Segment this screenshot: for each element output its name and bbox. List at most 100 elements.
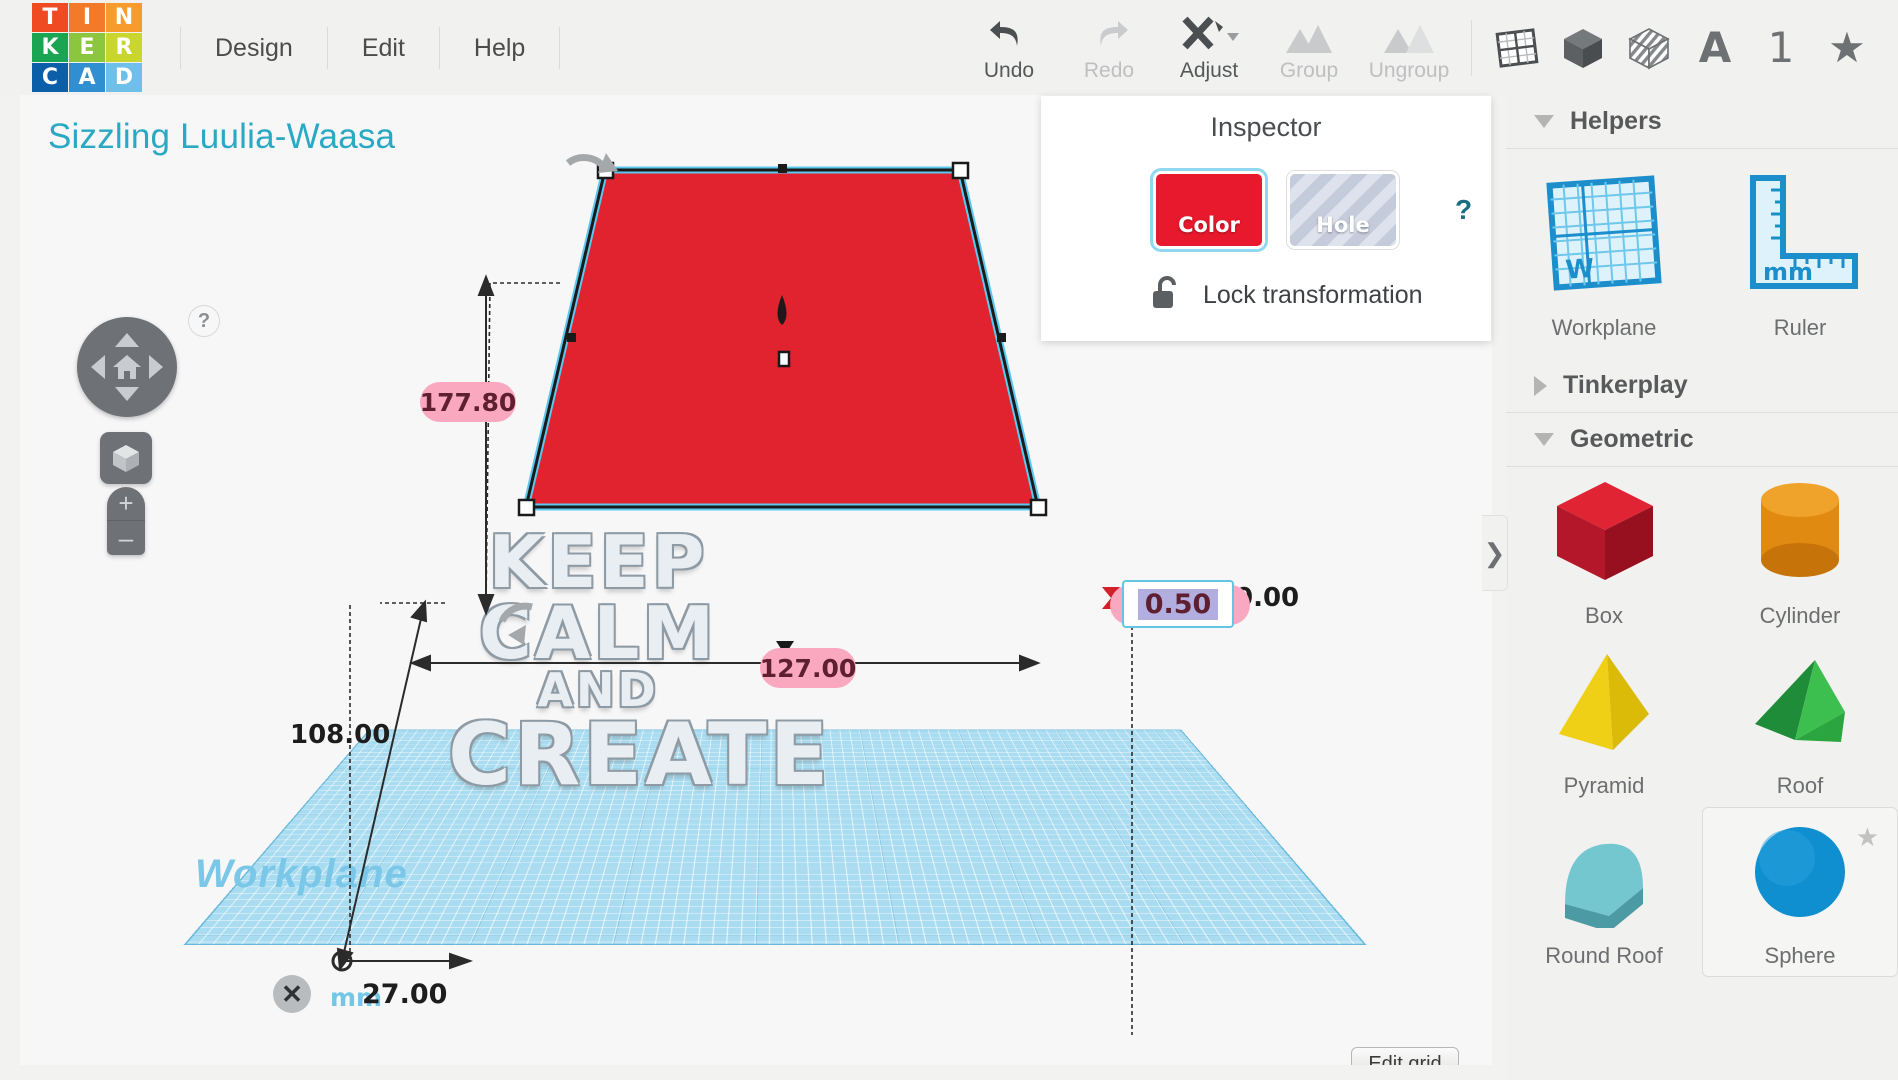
- logo-tile-c: C: [32, 63, 68, 92]
- helper-ruler[interactable]: mm Ruler: [1702, 149, 1898, 359]
- red-solid-fill: [526, 170, 1038, 507]
- inspector-title: Inspector: [1041, 112, 1491, 143]
- section-header-geometric[interactable]: Geometric: [1506, 413, 1898, 467]
- menu-edit[interactable]: Edit: [328, 27, 440, 69]
- text-a-glyph: A: [1699, 23, 1732, 72]
- home-icon[interactable]: [111, 351, 143, 383]
- favorites-star-icon[interactable]: ★: [1814, 0, 1880, 95]
- helpers-grid: W Workplane: [1506, 149, 1898, 359]
- logo-tile-d: D: [106, 63, 142, 92]
- cylinder-shape-icon: [1741, 476, 1859, 593]
- shape-sphere[interactable]: ★ Sphere: [1702, 807, 1898, 977]
- zoom-controls: + –: [107, 487, 145, 555]
- round-roof-shape-icon: [1545, 816, 1663, 933]
- svg-text:mm: mm: [1763, 258, 1813, 286]
- zoom-in-button[interactable]: +: [107, 487, 145, 521]
- shape-roof[interactable]: Roof: [1702, 637, 1898, 807]
- section-title-helpers: Helpers: [1570, 107, 1662, 136]
- shape-box-label: Box: [1585, 603, 1623, 629]
- helper-workplane[interactable]: W Workplane: [1506, 149, 1702, 359]
- height-dimension-pill[interactable]: 177.80: [420, 382, 516, 422]
- lock-transformation-toggle[interactable]: Lock transformation: [1041, 275, 1491, 316]
- inspector-swatch-row: Color Hole ?: [1041, 171, 1491, 249]
- inspector-panel: Inspector Color Hole ? Lock transformati…: [1041, 96, 1491, 341]
- section-header-tinkerplay[interactable]: Tinkerplay: [1506, 359, 1898, 413]
- star-glyph: ★: [1828, 23, 1866, 72]
- section-title-tinkerplay: Tinkerplay: [1563, 371, 1688, 400]
- fit-to-view-button[interactable]: [100, 432, 152, 484]
- group-label: Group: [1280, 59, 1338, 83]
- chevron-down-icon: [1534, 433, 1554, 446]
- adjust-button[interactable]: Adjust: [1159, 0, 1259, 95]
- sphere-shape-icon: [1741, 816, 1859, 933]
- shapes-sidebar: Helpers: [1506, 95, 1898, 1080]
- nav-up-arrow[interactable]: [115, 333, 139, 347]
- hole-swatch-button[interactable]: Hole: [1287, 171, 1399, 249]
- shape-cylinder-label: Cylinder: [1760, 603, 1841, 629]
- shape-pyramid[interactable]: Pyramid: [1506, 637, 1702, 807]
- box-shape-icon: [1545, 476, 1663, 593]
- depth-dimension-pill[interactable]: 127.00: [760, 648, 856, 688]
- solid-cube-icon[interactable]: [1550, 0, 1616, 95]
- menu-help[interactable]: Help: [440, 27, 560, 69]
- shape-round-roof-label: Round Roof: [1545, 943, 1662, 969]
- chevron-right-icon: [1534, 376, 1547, 396]
- logo-tile-k: K: [32, 33, 68, 62]
- redo-button[interactable]: Redo: [1059, 0, 1159, 95]
- adjust-icon: [1177, 13, 1241, 55]
- width-dimension-label[interactable]: 108.00: [290, 720, 390, 750]
- workplane-icon[interactable]: [1484, 0, 1550, 95]
- number-one-icon[interactable]: 1: [1748, 0, 1814, 95]
- undo-button[interactable]: Undo: [959, 0, 1059, 95]
- lock-transformation-label: Lock transformation: [1203, 281, 1423, 310]
- ruler-helper-icon: mm: [1735, 168, 1865, 303]
- nav-left-arrow[interactable]: [91, 355, 105, 379]
- active-dimension-input[interactable]: 0.50: [1122, 580, 1234, 628]
- menu-design[interactable]: Design: [180, 27, 328, 69]
- group-button[interactable]: Group: [1259, 0, 1359, 95]
- zoom-out-button[interactable]: –: [107, 521, 145, 555]
- ungroup-label: Ungroup: [1369, 59, 1450, 83]
- shape-sphere-label: Sphere: [1765, 943, 1836, 969]
- shape-cylinder[interactable]: Cylinder: [1702, 467, 1898, 637]
- ungroup-icon: [1382, 13, 1436, 55]
- view-nav-pad[interactable]: [77, 317, 177, 417]
- chevron-down-icon: [1534, 115, 1554, 128]
- logo-tile-r: R: [106, 33, 142, 62]
- tinkercad-logo[interactable]: T I N K E R C A D: [32, 3, 142, 92]
- group-icon: [1282, 13, 1336, 55]
- redo-icon: [1088, 13, 1130, 55]
- top-toolbar: T I N K E R C A D Design Edit Help Undo: [0, 0, 1898, 95]
- canvas-help-button[interactable]: ?: [188, 305, 220, 337]
- z-offset-dimension-label[interactable]: 27.00: [362, 979, 447, 1010]
- logo-tile-t: T: [32, 3, 68, 32]
- panel-collapse-handle[interactable]: ❯: [1482, 515, 1508, 591]
- active-dimension-value: 0.50: [1138, 589, 1219, 620]
- tool-group: Undo Redo: [959, 0, 1898, 95]
- text-a-icon[interactable]: A: [1682, 0, 1748, 95]
- shape-box[interactable]: Box: [1506, 467, 1702, 637]
- logo-tile-a: A: [69, 63, 105, 92]
- ungroup-button[interactable]: Ungroup: [1359, 0, 1459, 95]
- number-one-glyph: 1: [1768, 23, 1795, 72]
- logo-tile-e: E: [69, 33, 105, 62]
- favorite-star-icon[interactable]: ★: [1856, 822, 1879, 853]
- shape-pyramid-label: Pyramid: [1564, 773, 1645, 799]
- hole-cube-icon[interactable]: [1616, 0, 1682, 95]
- delete-workplane-button[interactable]: ✕: [273, 975, 311, 1013]
- redo-label: Redo: [1084, 59, 1134, 83]
- section-title-geometric: Geometric: [1570, 425, 1694, 454]
- adjust-label: Adjust: [1180, 59, 1238, 83]
- edit-grid-button[interactable]: Edit grid: [1351, 1047, 1459, 1065]
- fit-to-view-cube-icon: [111, 442, 141, 474]
- shape-round-roof[interactable]: Round Roof: [1506, 807, 1702, 977]
- tinkercad-app: T I N K E R C A D Design Edit Help Undo: [0, 0, 1898, 1080]
- inspector-help-button[interactable]: ?: [1455, 194, 1472, 226]
- color-swatch-button[interactable]: Color: [1153, 171, 1265, 249]
- nav-right-arrow[interactable]: [149, 355, 163, 379]
- color-swatch-label: Color: [1178, 213, 1240, 237]
- shape-roof-label: Roof: [1777, 773, 1823, 799]
- workplane-helper-icon: W: [1539, 168, 1669, 303]
- section-header-helpers[interactable]: Helpers: [1506, 95, 1898, 149]
- nav-down-arrow[interactable]: [115, 387, 139, 401]
